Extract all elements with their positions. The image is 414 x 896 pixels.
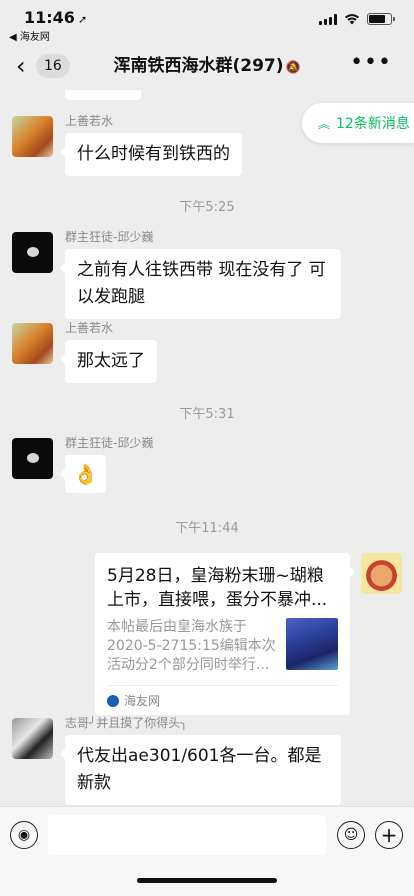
avatar[interactable] — [361, 553, 402, 594]
link-card[interactable]: 5月28日，皇海粉末珊~瑚粮上市，直接喂，蛋分不暴冲... 本帖最后由皇海水族于… — [95, 553, 355, 715]
avatar[interactable] — [12, 323, 53, 364]
message-row: 群主狂徒-邱少巍 👌 — [12, 436, 154, 493]
timestamp: 下午5:31 — [179, 407, 235, 422]
battery-icon — [367, 13, 395, 25]
voice-input-icon[interactable]: ◉ — [10, 821, 38, 849]
link-card-message: 5月28日，皇海粉末珊~瑚粮上市，直接喂，蛋分不暴冲... 本帖最后由皇海水族于… — [95, 553, 402, 715]
message-list[interactable]: ︽ 12条新消息 上善若水 什么时候有到铁西的 下午5:25 群主狂徒-邱少巍 … — [0, 90, 414, 806]
home-indicator[interactable] — [137, 878, 277, 883]
signal-icon — [319, 13, 337, 25]
message-row: 群主狂徒-邱少巍 之前有人往铁西带 现在没有了 可以发跑腿 — [12, 230, 341, 319]
back-to-app-link[interactable]: ◀ 海友网 — [9, 28, 50, 43]
message-bubble[interactable]: 代友出ae301/601各一台。都是新款 — [60, 735, 341, 805]
link-card-description: 本帖最后由皇海水族于2020-5-2715:15编辑本次活动分2个部分同时举行.… — [107, 619, 276, 673]
timestamp: 下午5:25 — [179, 200, 235, 215]
message-row: 上善若水 那太远了 — [12, 321, 157, 383]
avatar[interactable] — [12, 232, 53, 273]
message-input[interactable] — [48, 815, 326, 855]
avatar[interactable] — [12, 116, 53, 157]
link-card-title: 5月28日，皇海粉末珊~瑚粮上市，直接喂，蛋分不暴冲... — [107, 566, 328, 610]
site-logo-icon — [107, 694, 119, 707]
group-name: 浑南铁西海水群(297) — [113, 56, 284, 76]
status-indicators — [319, 13, 395, 25]
sender-name: 志哥╯并且摸了你得头╮ — [65, 716, 188, 730]
link-card-source: 海友网 — [107, 685, 338, 715]
ok-hand-emoji[interactable]: 👌 — [60, 455, 106, 493]
new-messages-label: 12条新消息 — [336, 116, 410, 132]
chat-header: ‹ 16 浑南铁西海水群(297) 🔕 ••• — [0, 44, 414, 90]
sender-name: 上善若水 — [65, 114, 114, 128]
double-chevron-up-icon: ︽ — [318, 116, 331, 131]
wifi-icon — [345, 14, 359, 25]
battery-fill — [369, 15, 385, 23]
previous-message-bubble[interactable] — [65, 90, 141, 100]
more-options-button[interactable]: ••• — [350, 51, 392, 75]
avatar[interactable] — [12, 438, 53, 479]
status-bar: 11:46 ➚ ◀ 海友网 — [0, 0, 414, 44]
sender-name: 上善若水 — [65, 321, 114, 335]
mute-bell-icon: 🔕 — [285, 60, 301, 74]
timestamp: 下午11:44 — [175, 521, 239, 536]
location-arrow-icon: ➚ — [77, 13, 88, 26]
link-card-thumbnail — [286, 618, 338, 670]
message-bubble[interactable]: 那太远了 — [60, 340, 157, 383]
new-messages-button[interactable]: ︽ 12条新消息 — [302, 103, 414, 143]
avatar[interactable] — [12, 718, 53, 759]
sender-name: 群主狂徒-邱少巍 — [65, 436, 154, 450]
message-bubble[interactable]: 之前有人往铁西带 现在没有了 可以发跑腿 — [60, 249, 341, 319]
message-row: 志哥╯并且摸了你得头╮ 代友出ae301/601各一台。都是新款 — [12, 716, 341, 805]
link-card-source-label: 海友网 — [124, 694, 161, 708]
status-time: 11:46 ➚ — [24, 8, 88, 27]
message-bubble[interactable]: 什么时候有到铁西的 — [60, 133, 242, 176]
emoji-icon[interactable]: ☺ — [337, 821, 365, 849]
message-row: 上善若水 什么时候有到铁西的 — [12, 114, 242, 176]
sender-name: 群主狂徒-邱少巍 — [65, 230, 154, 244]
plus-icon[interactable]: + — [375, 821, 403, 849]
